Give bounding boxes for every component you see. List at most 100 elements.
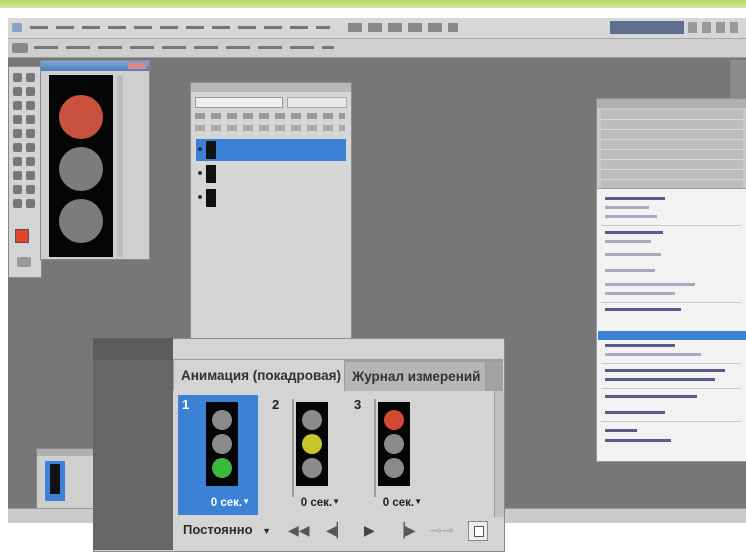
- frame-delay[interactable]: 0 сек.▼: [301, 497, 340, 509]
- menu-items[interactable]: [30, 26, 330, 29]
- blur-tool-icon[interactable]: [13, 157, 22, 166]
- menu-item[interactable]: [605, 240, 651, 243]
- tab-measurement-log[interactable]: Журнал измерений: [345, 362, 485, 391]
- history-item[interactable]: [601, 160, 743, 170]
- menu-item-highlighted[interactable]: [598, 331, 746, 340]
- eye-icon[interactable]: [198, 171, 202, 175]
- menu-item[interactable]: [605, 253, 661, 256]
- layer-lock-controls[interactable]: [195, 113, 345, 119]
- workspace-switcher-button[interactable]: [610, 21, 684, 34]
- hand-tool-icon[interactable]: [13, 199, 22, 208]
- document-window: [40, 60, 150, 260]
- history-item[interactable]: [601, 130, 743, 140]
- document-scrollbar[interactable]: [117, 75, 123, 257]
- menu-item[interactable]: [605, 292, 675, 295]
- opacity-field[interactable]: [287, 97, 347, 108]
- history-item[interactable]: [601, 140, 743, 150]
- prev-frame-icon[interactable]: ◀▏: [326, 522, 348, 539]
- document-canvas[interactable]: [49, 75, 113, 257]
- menu-item[interactable]: [605, 283, 695, 286]
- menu-item[interactable]: [605, 395, 697, 398]
- frame-divider: [374, 399, 376, 497]
- menu-item[interactable]: [605, 344, 675, 347]
- history-item[interactable]: [601, 110, 743, 120]
- tab-animation[interactable]: Анимация (покадровая): [174, 360, 344, 391]
- light-bottom: [212, 458, 232, 478]
- frame-delay[interactable]: 0 сек.▼: [383, 497, 422, 509]
- light-bottom: [302, 458, 322, 478]
- animation-frame[interactable]: 2 0 сек.▼: [268, 395, 348, 515]
- magic-wand-tool-icon[interactable]: [26, 87, 35, 96]
- frame-delay[interactable]: 0 сек.▼: [211, 497, 250, 509]
- first-frame-icon[interactable]: ◀◀: [288, 522, 310, 539]
- menu-item[interactable]: [605, 411, 665, 414]
- collapsed-panel-dock[interactable]: [730, 60, 746, 100]
- mini-window-title[interactable]: [37, 449, 97, 456]
- menu-item[interactable]: [605, 215, 657, 218]
- menu-item[interactable]: [605, 439, 671, 442]
- eye-icon[interactable]: [198, 147, 202, 151]
- menu-item[interactable]: [605, 369, 725, 372]
- path-select-tool-icon[interactable]: [13, 185, 22, 194]
- marquee-tool-icon[interactable]: [26, 73, 35, 82]
- healing-tool-icon[interactable]: [13, 115, 22, 124]
- window-controls[interactable]: [688, 22, 738, 33]
- document-title-bar[interactable]: [41, 61, 149, 71]
- menu-item[interactable]: [605, 308, 681, 311]
- history-item[interactable]: [601, 170, 743, 180]
- crop-tool-icon[interactable]: [13, 101, 22, 110]
- animation-frame[interactable]: 3 0 сек.▼: [350, 395, 430, 515]
- eraser-tool-icon[interactable]: [13, 143, 22, 152]
- options-controls[interactable]: [34, 46, 334, 49]
- history-item[interactable]: [601, 120, 743, 130]
- play-icon[interactable]: ▶: [364, 522, 375, 539]
- move-tool-icon[interactable]: [13, 73, 22, 82]
- layer-row[interactable]: [196, 163, 346, 185]
- quick-mask-icon[interactable]: [17, 257, 31, 267]
- zoom-tool-icon[interactable]: [26, 199, 35, 208]
- blend-mode-select[interactable]: [195, 97, 283, 108]
- chevron-down-icon[interactable]: ▼: [332, 497, 340, 506]
- menu-item[interactable]: [605, 353, 701, 356]
- layer-row[interactable]: [196, 187, 346, 209]
- loop-options-select[interactable]: Постоянно ▼: [183, 522, 271, 537]
- lasso-tool-icon[interactable]: [13, 87, 22, 96]
- next-frame-icon[interactable]: ▕▶: [394, 522, 416, 539]
- layers-panel-tabs[interactable]: [191, 83, 351, 92]
- menu-item[interactable]: [605, 378, 715, 381]
- eye-icon[interactable]: [198, 195, 202, 199]
- history-brush-tool-icon[interactable]: [26, 129, 35, 138]
- shape-tool-icon[interactable]: [26, 185, 35, 194]
- dodge-tool-icon[interactable]: [26, 157, 35, 166]
- eyedropper-tool-icon[interactable]: [26, 101, 35, 110]
- menu-icon-buttons[interactable]: [348, 23, 458, 32]
- mini-frame-selected[interactable]: [45, 461, 65, 501]
- layer-thumbnail: [206, 141, 216, 159]
- new-frame-icon[interactable]: [468, 521, 488, 541]
- tool-preset-icon[interactable]: [12, 43, 28, 53]
- menu-item[interactable]: [605, 231, 663, 234]
- menu-item[interactable]: [605, 197, 665, 200]
- gradient-tool-icon[interactable]: [26, 143, 35, 152]
- history-panel-tab[interactable]: [597, 99, 746, 108]
- menu-item[interactable]: [605, 206, 649, 209]
- foreground-color-swatch[interactable]: [15, 229, 29, 243]
- menu-item[interactable]: [605, 429, 637, 432]
- close-icon[interactable]: [128, 63, 146, 69]
- type-tool-icon[interactable]: [26, 171, 35, 180]
- tween-icon[interactable]: ⊸⊸: [430, 522, 453, 539]
- chevron-down-icon[interactable]: ▼: [242, 497, 250, 506]
- stamp-tool-icon[interactable]: [13, 129, 22, 138]
- panel-menu-button[interactable]: [486, 362, 503, 391]
- fill-controls[interactable]: [195, 125, 345, 131]
- frames-scrollbar[interactable]: [494, 391, 504, 517]
- animation-frame[interactable]: 1 0 сек.▼: [178, 395, 258, 515]
- chevron-down-icon[interactable]: ▼: [262, 526, 271, 536]
- layer-row[interactable]: [196, 139, 346, 161]
- brush-tool-icon[interactable]: [26, 115, 35, 124]
- pen-tool-icon[interactable]: [13, 171, 22, 180]
- frame-delay-value: 0 сек.: [300, 497, 333, 509]
- menu-item[interactable]: [605, 269, 655, 272]
- history-item[interactable]: [601, 150, 743, 160]
- chevron-down-icon[interactable]: ▼: [414, 497, 422, 506]
